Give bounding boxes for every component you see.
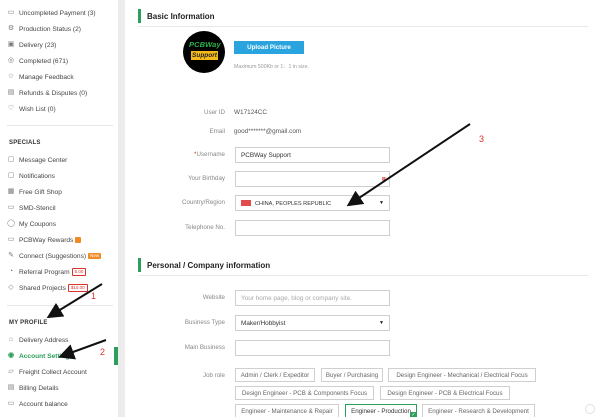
sidebar-item-shared-projects[interactable]: ◇ Shared Projects $10.00 [7,281,88,295]
annotation-label-2: 2 [100,347,106,357]
reward-icon: ▭ [7,236,15,243]
sidebar-item-delivery-address[interactable]: ⌂ Delivery Address [7,333,69,347]
main-business-label: Main Business [184,344,225,351]
telephone-label: Telephone No. [185,224,225,231]
username-label: *Username [194,151,225,158]
billing-icon: ▤ [7,384,15,391]
scroll-indicator [585,404,595,414]
upload-picture-button[interactable]: Upload Picture [234,41,304,54]
check-circle-icon: ◎ [7,57,15,64]
connect-icon: ✎ [8,252,14,259]
country-label: Country/Region [182,199,225,206]
sidebar-item-account-balance[interactable]: ▭ Account balance [7,397,68,411]
sidebar-item-completed[interactable]: ◎ Completed (671) [7,54,68,68]
email-label: Email [209,128,225,135]
chevron-down-icon: ▼ [379,200,384,206]
basic-information-title: Basic Information [138,9,215,23]
cart-icon: ▭ [7,9,15,16]
sidebar-divider [7,305,113,306]
refund-icon: ▤ [7,89,15,96]
chevron-down-icon: ▼ [379,320,384,326]
sidebar-item-production-status[interactable]: ⚙ Production Status (2) [7,22,81,36]
annotation-label-3: 3 [479,134,485,144]
sidebar-item-connect[interactable]: ✎ Connect (Suggestions) New [7,249,102,263]
active-indicator [114,347,118,365]
user-icon: ◉ [7,352,15,359]
user-id-label: User ID [204,109,225,116]
rewards-badge [75,237,81,243]
message-icon: ▢ [7,156,15,163]
user-id-value: W17124CC [234,109,268,116]
company-information-title: Personal / Company information [138,258,270,272]
business-type-select[interactable]: Maker/Hobbyist ▼ [235,315,390,331]
section-divider [138,275,588,276]
gear-icon: ⚙ [7,25,15,32]
sidebar-item-wish-list[interactable]: ♡ Wish List (0) [7,102,56,116]
sidebar-item-delivery[interactable]: ▣ Delivery (23) [7,38,57,52]
star-icon: ☆ [7,73,15,80]
birthday-label: Your Birthday [188,175,225,182]
sidebar-item-notifications[interactable]: ▢ Notifications [7,169,55,183]
sidebar-gutter [118,0,125,417]
share-icon: ◇ [8,284,14,291]
job-role-option[interactable]: Admin / Clerk / Expeditor [235,368,315,382]
coupon-icon: ◯ [7,220,15,227]
wallet-icon: ▭ [7,400,15,407]
main-content: Basic Information PCBWay Support Upload … [125,0,600,417]
location-icon: ⌂ [8,336,14,343]
sidebar-item-manage-feedback[interactable]: ☆ Manage Feedback [7,70,74,84]
birthday-field[interactable]: ▦ [235,171,390,187]
referral-badge: 5.00 [71,268,87,276]
calendar-icon[interactable]: ▦ [382,176,386,182]
username-field[interactable]: PCBWay Support [235,147,390,163]
job-role-option[interactable]: Engineer - Maintenance & Repair [235,404,339,417]
avatar: PCBWay Support [183,31,225,73]
new-badge: New [88,253,102,259]
sidebar-item-my-coupons[interactable]: ◯ My Coupons [7,217,56,231]
sidebar-item-referral-program[interactable]: ◔ Referral Program 5.00 [7,265,87,279]
job-role-option-selected[interactable]: Engineer - Production [345,404,417,417]
truck-icon: ▣ [7,41,15,48]
freight-icon: ▱ [8,368,14,375]
section-divider [138,26,588,27]
sidebar-item-freight-collect[interactable]: ▱ Freight Collect Account [7,365,87,379]
job-role-option[interactable]: Buyer / Purchasing [321,368,383,382]
annotation-label-1: 1 [91,291,97,301]
upload-hint: Maximum 500Kb or 1：1 in size. [234,64,309,70]
referral-icon: ◔ [8,268,14,275]
gift-icon: ▦ [7,188,15,195]
sidebar-item-free-gift-shop[interactable]: ▦ Free Gift Shop [7,185,62,199]
sidebar-item-uncompleted-payment[interactable]: ▭ Uncompleted Payment (3) [7,6,96,20]
avatar-logo-bottom: Support [191,51,218,60]
country-select[interactable]: CHINA, PEOPLES REPUBLIC ▼ [235,195,390,211]
job-role-label: Job role [202,372,225,379]
job-role-option[interactable]: Design Engineer - PCB & Components Focus [235,386,374,400]
shared-projects-badge: $10.00 [67,284,88,292]
sidebar-item-account-settings[interactable]: ◉ Account Settings [7,349,73,363]
sidebar-item-billing-details[interactable]: ▤ Billing Details [7,381,59,395]
website-field[interactable]: Your home page, blog or company site. [235,290,390,306]
sidebar-item-message-center[interactable]: ▢ Message Center [7,153,68,167]
telephone-field[interactable] [235,220,390,236]
main-business-field[interactable] [235,340,390,356]
heart-icon: ♡ [7,105,15,112]
sidebar-divider [7,125,113,126]
email-value: good*******@gmail.com [234,128,302,135]
website-label: Website [202,294,225,301]
job-role-option[interactable]: Engineer - Research & Development [422,404,535,417]
sidebar-item-pcbway-rewards[interactable]: ▭ PCBWay Rewards [7,233,81,247]
sidebar-item-refunds[interactable]: ▤ Refunds & Disputes (0) [7,86,87,100]
job-role-option[interactable]: Design Engineer - PCB & Electrical Focus [380,386,510,400]
business-type-label: Business Type [184,319,225,326]
stencil-icon: ▭ [7,204,15,211]
flag-icon [241,199,251,206]
sidebar-item-smd-stencil[interactable]: ▭ SMD-Stencil [7,201,56,215]
avatar-logo-top: PCBWay [189,40,221,49]
bell-icon: ▢ [7,172,15,179]
job-role-option[interactable]: Design Engineer - Mechanical / Electrica… [388,368,536,382]
sidebar-section-my-profile: MY PROFILE [9,320,48,326]
sidebar-section-specials: SPECIALS [9,140,41,146]
